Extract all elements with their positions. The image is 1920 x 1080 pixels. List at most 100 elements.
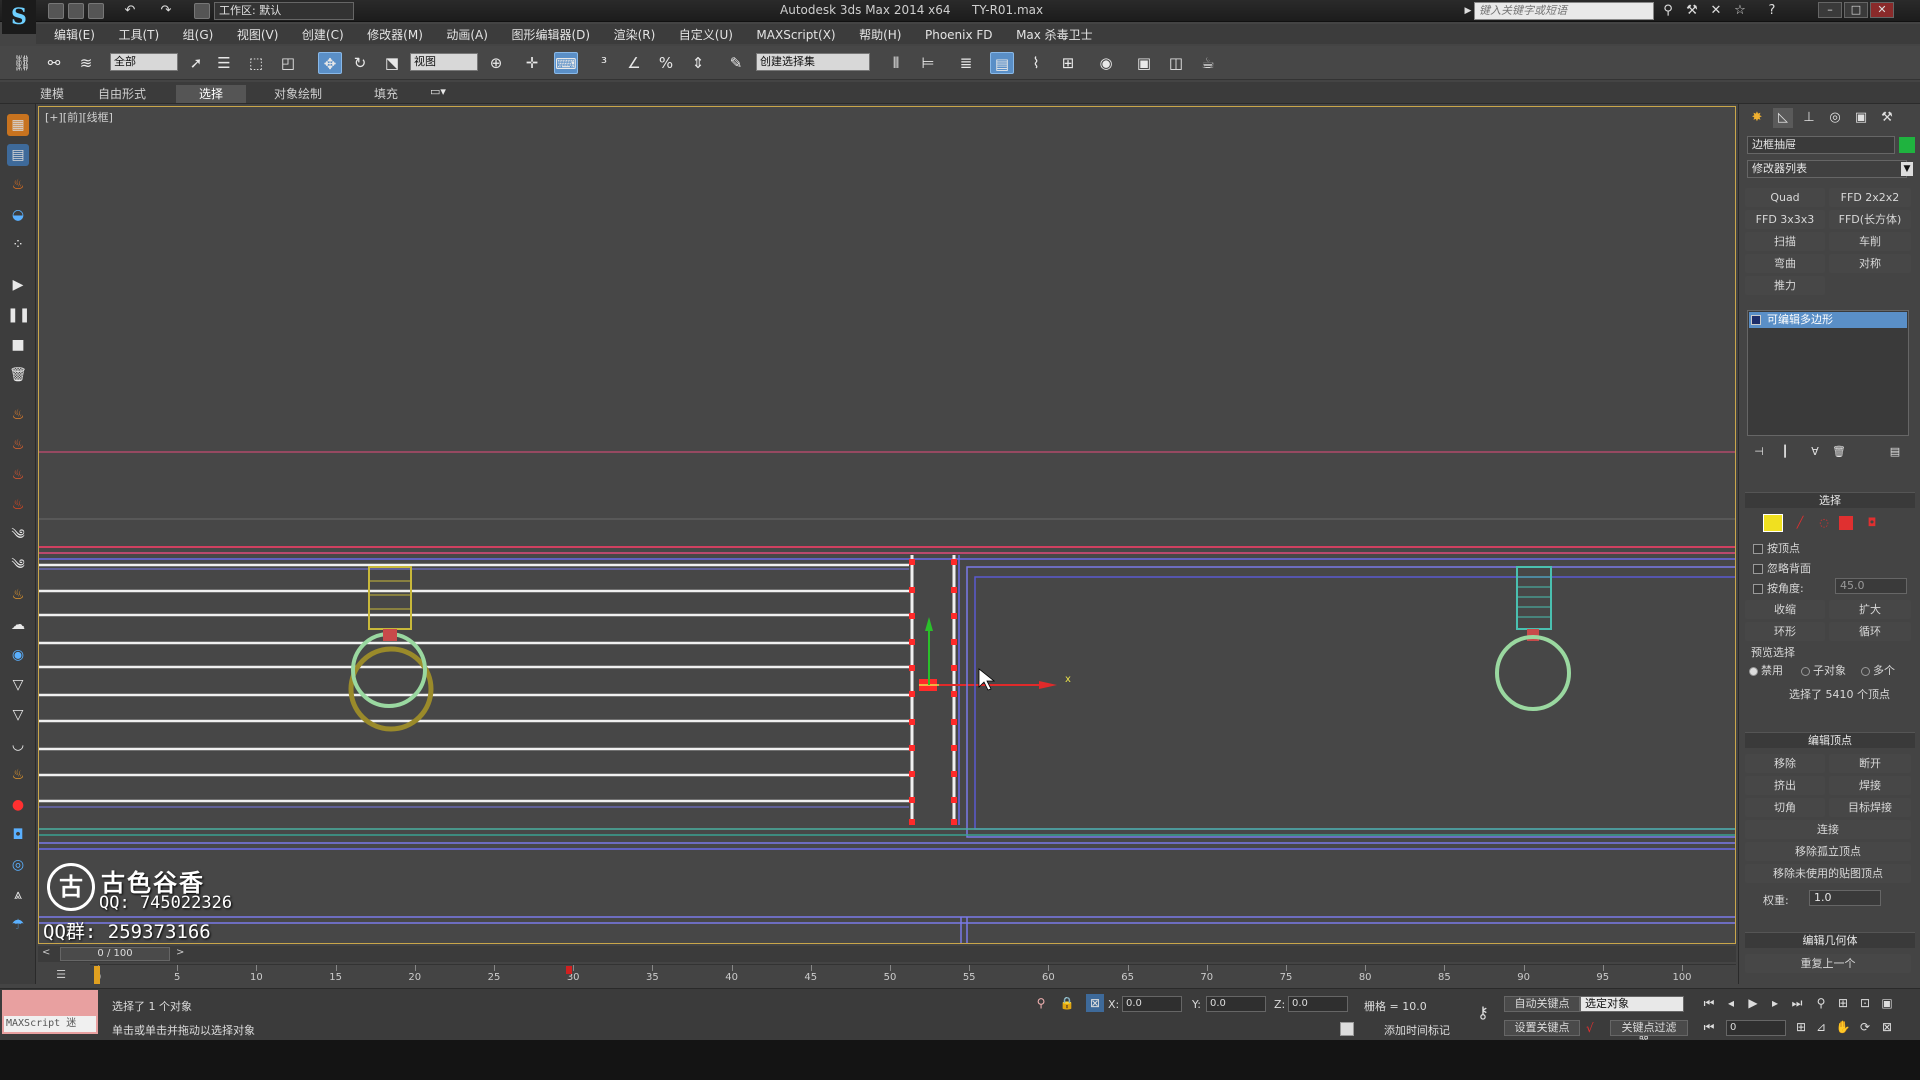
select-move-icon[interactable]: ✥ — [318, 52, 342, 74]
by-angle-checkbox[interactable]: 按角度: — [1753, 580, 1804, 596]
absolute-mode-icon[interactable]: ⊠ — [1086, 994, 1104, 1012]
window-crossing-icon[interactable]: ◰ — [276, 52, 300, 74]
weight-field[interactable]: 1.0 — [1809, 890, 1881, 906]
make-unique-icon[interactable]: ∀ — [1805, 442, 1825, 462]
fire-icon[interactable]: ♨ — [7, 174, 29, 196]
project-folder-icon[interactable] — [194, 3, 210, 19]
workspace-dropdown[interactable]: 工作区: 默认 — [214, 2, 354, 20]
remove-button[interactable]: 移除 — [1745, 754, 1825, 773]
app-logo-icon[interactable]: S — [2, 0, 36, 34]
explosion-icon[interactable]: ● — [7, 794, 29, 816]
play-anim-icon[interactable]: ▶ — [1744, 994, 1762, 1012]
quad-chamfer-button[interactable]: Quad Chamfer — [1745, 188, 1825, 223]
menu-views[interactable]: 视图(V) — [227, 24, 289, 45]
y-coord-field[interactable]: 0.0 — [1206, 996, 1266, 1012]
zoom-extents-all-icon[interactable]: ▣ — [1878, 994, 1896, 1012]
save-file-icon[interactable] — [88, 3, 104, 19]
menu-group[interactable]: 组(G) — [173, 24, 224, 45]
motion-tab-icon[interactable]: ◎ — [1825, 108, 1845, 128]
object-name-field[interactable]: 边框抽屉 — [1747, 136, 1895, 154]
remove-isolated-button[interactable]: 移除孤立顶点 — [1745, 842, 1911, 861]
tab-modeling[interactable]: 建模 — [30, 85, 74, 103]
push-button[interactable]: 推力 — [1745, 276, 1825, 295]
ribbon-options-icon[interactable]: ▭▾ — [426, 84, 450, 100]
menu-tools[interactable]: 工具(T) — [108, 24, 169, 45]
grid-icon[interactable]: ▤ — [7, 144, 29, 166]
pause-icon[interactable]: ❚❚ — [7, 304, 30, 326]
manipulate-icon[interactable]: ✛ — [520, 52, 544, 74]
select-by-name-icon[interactable]: ☰ — [212, 52, 236, 74]
fire-preset-5-icon[interactable]: ♨ — [7, 764, 29, 786]
menu-graph-editors[interactable]: 图形编辑器(D) — [501, 24, 600, 45]
tab-selection[interactable]: 选择 — [176, 85, 246, 103]
angle-value-field[interactable]: 45.0 — [1835, 578, 1907, 594]
remove-modifier-icon[interactable]: 🗑 — [1829, 442, 1849, 462]
key-mode-dropdown[interactable]: 选定对象 — [1580, 996, 1684, 1012]
by-angle-check[interactable] — [1753, 584, 1763, 594]
lathe-button[interactable]: 车削 — [1829, 232, 1911, 251]
splash-icon[interactable]: ◎ — [7, 854, 29, 876]
cup-2-icon[interactable]: ▽ — [7, 704, 29, 726]
wind-2-icon[interactable]: ༄ — [7, 554, 29, 576]
search-input[interactable] — [1474, 2, 1654, 20]
bowl-icon[interactable]: ◡ — [7, 734, 29, 756]
render-setup-icon[interactable]: ▣ — [1132, 52, 1156, 74]
cup-1-icon[interactable]: ▽ — [7, 674, 29, 696]
section-selection[interactable]: 选择 — [1745, 492, 1915, 508]
field-of-view-icon[interactable]: ⊿ — [1812, 1018, 1830, 1036]
pan-icon[interactable]: ✋ — [1834, 1018, 1852, 1036]
display-tab-icon[interactable]: ▣ — [1851, 108, 1871, 128]
loop-button[interactable]: 循环 — [1829, 622, 1911, 641]
select-object-icon[interactable]: ➚ — [184, 52, 208, 74]
show-end-result-icon[interactable]: ┃ — [1775, 442, 1795, 462]
preview-subobject-dot[interactable] — [1801, 666, 1810, 676]
set-key-button[interactable]: 设置关键点 — [1504, 1020, 1580, 1036]
modifier-list-arrow-icon[interactable]: ▼ — [1901, 162, 1913, 176]
x-coord-field[interactable]: 0.0 — [1122, 996, 1182, 1012]
lock-icon[interactable]: 🔒 — [1058, 994, 1076, 1012]
sweep-button[interactable]: 扫描 — [1745, 232, 1825, 251]
vertex-mode-icon[interactable] — [1763, 514, 1783, 532]
remove-unused-map-button[interactable]: 移除未使用的贴图顶点 — [1745, 864, 1911, 883]
key-mode-toggle-icon[interactable]: ⏮ — [1700, 1018, 1718, 1036]
pin-stack-icon[interactable]: ⊣ — [1749, 442, 1769, 462]
object-color-swatch[interactable] — [1899, 137, 1915, 153]
redo-icon[interactable]: ↷ — [158, 3, 174, 19]
select-scale-icon[interactable]: ⬔ — [380, 52, 404, 74]
grow-button[interactable]: 扩大 — [1829, 600, 1911, 619]
current-frame-field[interactable]: 0 — [1726, 1020, 1786, 1036]
viewport-front[interactable]: x [+][前][线框] 古 古色谷香 QQ: 745022326 QQ群: 2… — [38, 106, 1736, 944]
fire-preset-1-icon[interactable]: ♨ — [7, 434, 29, 456]
zoom-icon[interactable]: ⚲ — [1812, 994, 1830, 1012]
open-file-icon[interactable] — [68, 3, 84, 19]
selection-filter-dropdown[interactable]: 全部 — [110, 53, 178, 71]
bend-button[interactable]: 弯曲 — [1745, 254, 1825, 273]
repeat-last-button[interactable]: 重复上一个 — [1745, 954, 1911, 973]
chamfer-button[interactable]: 切角 — [1745, 798, 1825, 817]
viewport-label[interactable]: [+][前][线框] — [45, 109, 113, 125]
weld-button[interactable]: 焊接 — [1829, 776, 1911, 795]
bind-space-warp-icon[interactable]: ≋ — [74, 52, 98, 74]
connect-button[interactable]: 连接 — [1745, 820, 1911, 839]
border-mode-icon[interactable]: ◌ — [1815, 514, 1833, 532]
maxscript-label[interactable]: MAXScript 迷 — [4, 1016, 96, 1032]
break-button[interactable]: 断开 — [1829, 754, 1911, 773]
ref-coord-dropdown[interactable]: 视图 — [410, 53, 478, 71]
favorites-icon[interactable]: ☆ — [1732, 3, 1748, 19]
isolate-icon[interactable]: ⚲ — [1032, 994, 1050, 1012]
stack-item-editable-poly[interactable]: 可编辑多边形 — [1749, 312, 1907, 328]
tab-object-paint[interactable]: 对象绘制 — [264, 85, 332, 103]
key-filter-icon[interactable]: √ — [1586, 1020, 1602, 1036]
pivot-center-icon[interactable]: ⊕ — [484, 52, 508, 74]
rect-selection-icon[interactable]: ⬚ — [244, 52, 268, 74]
tab-populate[interactable]: 填充 — [364, 85, 408, 103]
stop-icon[interactable]: ■ — [7, 334, 29, 356]
goto-start-icon[interactable]: ⏮ — [1700, 994, 1718, 1012]
extrude-button[interactable]: 挤出 — [1745, 776, 1825, 795]
wind-1-icon[interactable]: ༄ — [7, 524, 29, 546]
preview-multi-dot[interactable] — [1861, 666, 1870, 676]
binoculars-icon[interactable]: ⚲ — [1660, 3, 1676, 19]
maximize-viewport-icon[interactable]: ⊠ — [1878, 1018, 1896, 1036]
time-config-icon[interactable]: ⊞ — [1792, 1018, 1810, 1036]
named-selection-dropdown[interactable]: 创建选择集 — [756, 53, 870, 71]
